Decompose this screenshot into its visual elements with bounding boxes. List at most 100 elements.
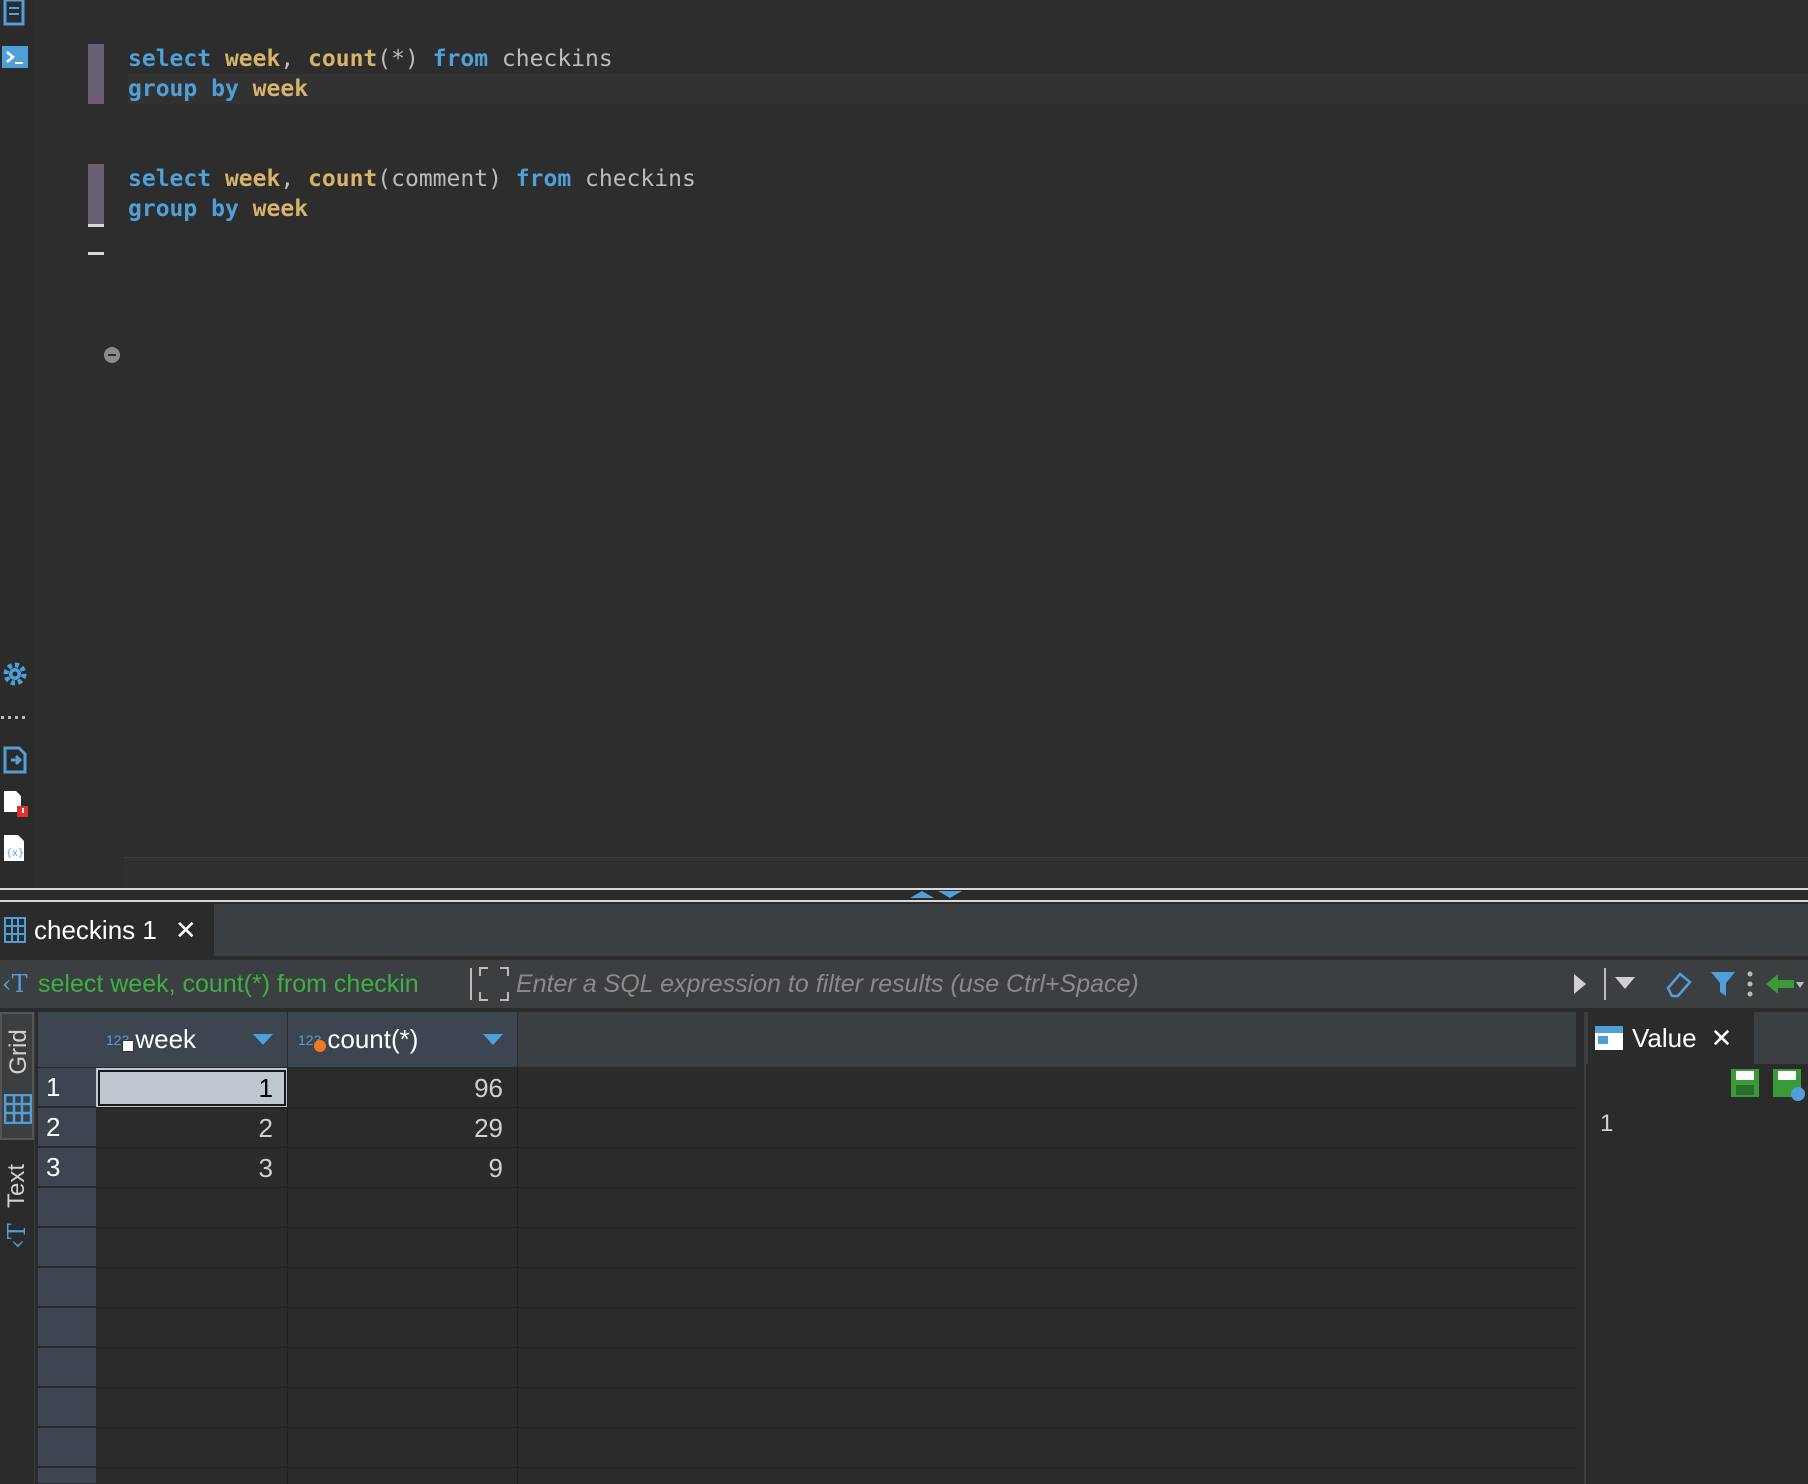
code-token: group bbox=[128, 76, 198, 102]
panel-splitter[interactable] bbox=[0, 888, 1808, 902]
gear-icon[interactable] bbox=[1, 660, 29, 688]
empty-row-number bbox=[38, 1388, 96, 1427]
column-header-label: week bbox=[135, 1024, 197, 1054]
variables-icon[interactable]: {x} bbox=[1, 834, 29, 862]
code-line[interactable]: select week, count(*) from checkins bbox=[128, 44, 613, 74]
empty-row-number bbox=[38, 1468, 96, 1484]
grid-line bbox=[96, 1467, 1576, 1468]
filter-icon[interactable] bbox=[1710, 970, 1736, 1003]
code-line[interactable]: group by week bbox=[128, 74, 308, 104]
code-token: week bbox=[224, 46, 281, 72]
grid-line bbox=[517, 1068, 518, 1484]
statement-marker bbox=[88, 44, 104, 104]
cell-value[interactable]: 1 bbox=[1600, 1110, 1613, 1138]
code-token: group bbox=[128, 196, 198, 222]
code-token: count bbox=[308, 46, 378, 72]
run-filter-icon[interactable] bbox=[1572, 972, 1588, 1001]
grid-corner bbox=[38, 1012, 96, 1067]
code-line[interactable]: group by week bbox=[128, 194, 308, 224]
editor-status-strip bbox=[124, 857, 1808, 888]
empty-row-number bbox=[38, 1188, 96, 1227]
console-icon[interactable] bbox=[1, 44, 29, 72]
tab-grid[interactable]: Grid bbox=[0, 1012, 34, 1140]
table-cell[interactable]: 2 bbox=[96, 1108, 288, 1148]
caret-marker bbox=[88, 224, 104, 227]
grid-line bbox=[96, 1427, 1576, 1428]
grid-line bbox=[96, 1387, 1576, 1388]
code-token: checkins bbox=[571, 166, 696, 192]
table-cell[interactable]: 29 bbox=[288, 1108, 518, 1148]
column-header-count[interactable]: 123 count(*) bbox=[288, 1012, 518, 1067]
column-header-week[interactable]: 123 week bbox=[96, 1012, 288, 1067]
grid-line bbox=[287, 1068, 288, 1484]
code-token: by bbox=[211, 196, 239, 222]
table-cell[interactable]: 1 bbox=[96, 1068, 288, 1108]
tab-text[interactable]: Text ‹T bbox=[0, 1152, 34, 1272]
save-icon[interactable] bbox=[1730, 1068, 1760, 1103]
empty-row-number bbox=[38, 1428, 96, 1467]
expand-icon[interactable] bbox=[478, 966, 510, 1002]
code-token: (comment) bbox=[377, 166, 516, 192]
close-icon[interactable]: ✕ bbox=[1711, 1023, 1733, 1054]
table-cell[interactable]: 9 bbox=[288, 1148, 518, 1188]
eraser-icon[interactable] bbox=[1664, 970, 1694, 1003]
results-grid[interactable]: 123 week 123 count(*) 1 1 96 2 2 29 3 3 … bbox=[38, 1012, 1576, 1484]
more-options-icon[interactable] bbox=[1746, 970, 1754, 1003]
svg-text:{x}: {x} bbox=[6, 848, 24, 859]
code-token: select bbox=[128, 46, 212, 72]
grid-line bbox=[96, 1347, 1576, 1348]
header-filler bbox=[518, 1012, 1576, 1067]
code-token: count bbox=[308, 166, 378, 192]
presentation-tabs: Grid Text ‹T bbox=[0, 1012, 35, 1484]
empty-row-number bbox=[38, 1308, 96, 1347]
grid-line bbox=[96, 1107, 1576, 1108]
sql-editor[interactable]: select week, count(*) from checkins grou… bbox=[0, 0, 1808, 888]
fold-icon[interactable] bbox=[104, 347, 120, 363]
history-back-icon[interactable] bbox=[1764, 972, 1804, 1001]
code-line[interactable]: select week, count(comment) from checkin… bbox=[128, 164, 696, 194]
table-cell[interactable]: 96 bbox=[288, 1068, 518, 1108]
row-number[interactable]: 3 bbox=[38, 1148, 96, 1187]
more-icon[interactable] bbox=[1, 704, 29, 732]
table-cell[interactable]: 3 bbox=[96, 1148, 288, 1188]
divider bbox=[470, 968, 472, 1000]
code-token: , bbox=[280, 166, 309, 192]
tab-grid-label: Grid bbox=[5, 1029, 32, 1075]
active-query-label[interactable]: select week, count(*) from checkin bbox=[38, 960, 466, 1008]
grid-line bbox=[96, 1267, 1576, 1268]
tab-checkins-1[interactable]: checkins 1 ✕ bbox=[0, 904, 214, 956]
tab-value[interactable]: Value ✕ bbox=[1588, 1012, 1754, 1064]
current-line-highlight bbox=[128, 74, 1808, 104]
close-icon[interactable]: ✕ bbox=[175, 915, 197, 946]
sort-icon[interactable] bbox=[483, 1034, 503, 1045]
grid-line bbox=[96, 1307, 1576, 1308]
filter-bar: ‹T select week, count(*) from checkin En… bbox=[0, 960, 1808, 1008]
statement-marker bbox=[88, 164, 104, 224]
grid-line bbox=[96, 1187, 1576, 1188]
column-header-label: count(*) bbox=[327, 1024, 419, 1054]
export-icon[interactable] bbox=[1, 746, 29, 774]
save-to-file-icon[interactable] bbox=[1772, 1068, 1806, 1107]
chevron-down-icon[interactable] bbox=[1614, 976, 1636, 995]
row-number[interactable]: 1 bbox=[38, 1068, 96, 1107]
empty-row-number bbox=[38, 1348, 96, 1387]
problems-icon[interactable] bbox=[1, 790, 29, 818]
sort-icon[interactable] bbox=[253, 1034, 273, 1045]
filter-input[interactable]: Enter a SQL expression to filter results… bbox=[516, 960, 1556, 1008]
tab-label: checkins 1 bbox=[34, 914, 157, 945]
row-number[interactable]: 2 bbox=[38, 1108, 96, 1147]
code-token: week bbox=[224, 166, 281, 192]
tab-value-label: Value bbox=[1632, 1022, 1697, 1053]
text-type-icon: ‹T bbox=[2, 970, 28, 998]
code-token: week bbox=[252, 196, 309, 222]
code-token: from bbox=[432, 46, 489, 72]
code-token: , bbox=[280, 46, 309, 72]
grid-icon bbox=[4, 917, 26, 943]
script-icon[interactable] bbox=[1, 0, 29, 28]
divider bbox=[1604, 968, 1606, 1000]
